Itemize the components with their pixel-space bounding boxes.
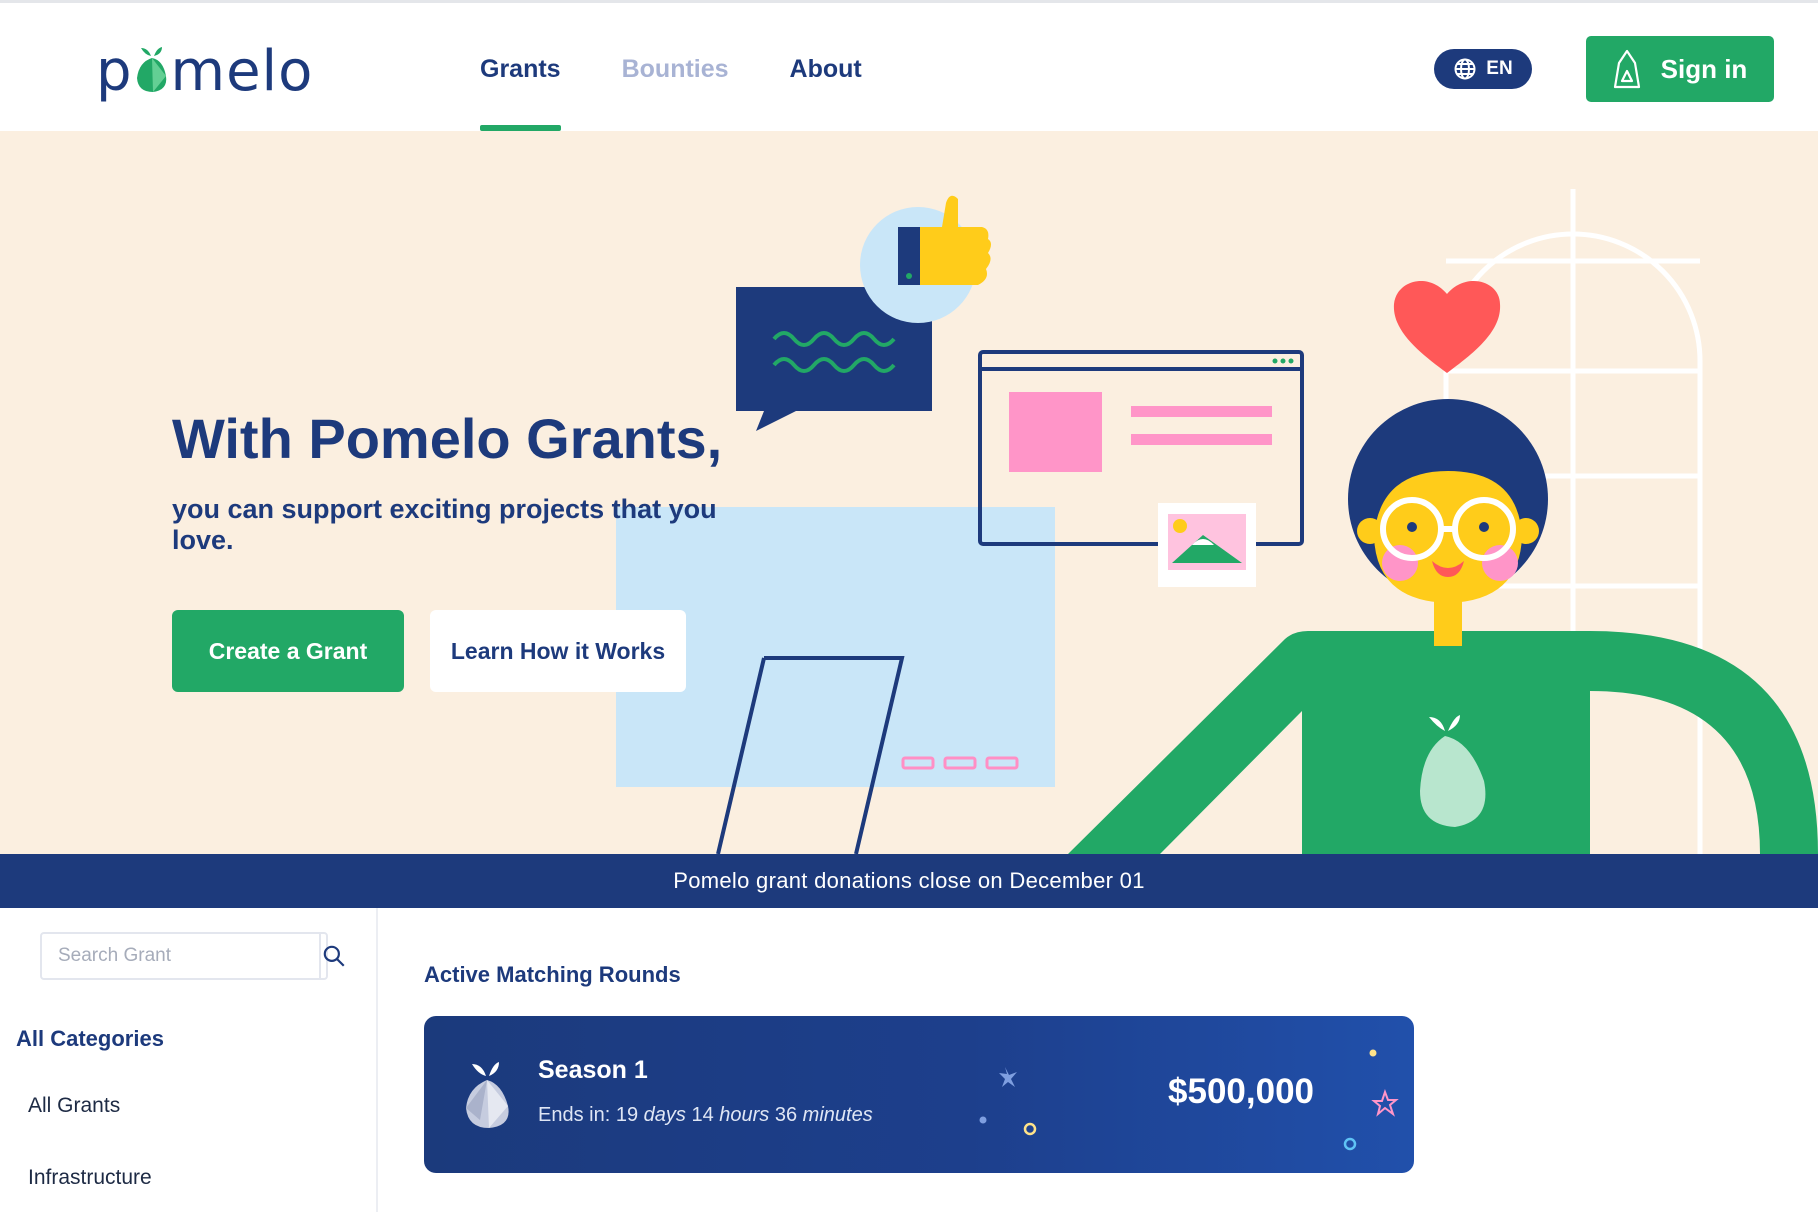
thumbs-up-badge xyxy=(860,195,991,323)
nav-bounties-label: Bounties xyxy=(621,55,729,83)
category-sidebar: All Categories All Grants Infrastructure xyxy=(0,908,378,1212)
language-selector[interactable]: EN xyxy=(1434,49,1532,89)
nav-about[interactable]: About xyxy=(790,3,862,131)
heart-shape xyxy=(1393,280,1501,373)
logo-wordmark: p melo xyxy=(96,39,314,104)
nav-grants-label: Grants xyxy=(480,55,561,83)
categories-title: All Categories xyxy=(16,1026,164,1051)
create-grant-button[interactable]: Create a Grant xyxy=(172,610,404,692)
hero-subtitle: you can support exciting projects that y… xyxy=(172,494,717,555)
matching-round-card[interactable]: Season 1 Ends in: 19 days 14 hours 36 mi… xyxy=(424,1016,1414,1173)
learn-how-it-works-button[interactable]: Learn How it Works xyxy=(430,610,686,692)
category-infrastructure[interactable]: Infrastructure xyxy=(28,1166,152,1190)
globe-icon xyxy=(1454,58,1476,80)
search-box xyxy=(40,932,345,980)
main-nav: Grants Bounties About xyxy=(480,3,923,131)
picture-card xyxy=(1158,503,1256,587)
active-rounds-title: Active Matching Rounds xyxy=(424,962,681,987)
nav-grants[interactable]: Grants xyxy=(480,3,561,131)
banner-text: Pomelo grant donations close on December… xyxy=(673,868,1145,893)
pomelo-logo[interactable]: p melo xyxy=(96,37,336,113)
round-amount: $500,000 xyxy=(1168,1072,1314,1111)
logo-pomelo-icon xyxy=(135,41,169,92)
person-figure xyxy=(1068,399,1818,854)
category-all-grants[interactable]: All Grants xyxy=(28,1094,120,1118)
hero-illustration xyxy=(616,189,1818,854)
hero-title: With Pomelo Grants, xyxy=(172,407,723,470)
sign-in-button[interactable]: Sign in xyxy=(1586,36,1774,102)
nav-bounties[interactable]: Bounties xyxy=(622,3,729,131)
hero-section: With Pomelo Grants, you can support exci… xyxy=(0,131,1818,854)
nav-about-label: About xyxy=(789,55,862,83)
search-icon xyxy=(323,945,345,967)
announcement-banner: Pomelo grant donations close on December… xyxy=(0,854,1818,908)
argent-logo-icon xyxy=(1613,49,1640,89)
language-label: EN xyxy=(1486,58,1513,79)
search-input[interactable] xyxy=(42,934,319,978)
search-button[interactable] xyxy=(319,934,347,978)
site-header: p melo Grants Bounties About EN Sign in xyxy=(0,3,1818,131)
sign-in-label: Sign in xyxy=(1660,53,1748,84)
